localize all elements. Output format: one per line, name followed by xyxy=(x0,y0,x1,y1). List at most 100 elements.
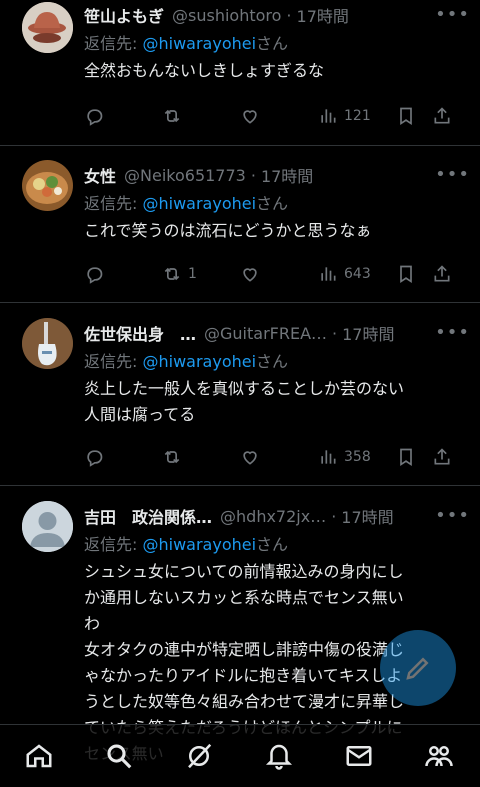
reply-prefix: 返信先: xyxy=(84,194,143,213)
heart-icon xyxy=(243,268,257,282)
more-options-icon[interactable]: ••• xyxy=(435,164,470,185)
avatar[interactable] xyxy=(22,2,73,53)
separator: · xyxy=(250,165,256,185)
bottom-nav xyxy=(0,724,480,787)
retweet-icon xyxy=(164,450,180,464)
heart-icon xyxy=(243,110,257,124)
tweet-header: 吉田 政治関係… @hdhx72jx… · 17時間 xyxy=(84,501,466,531)
display-name[interactable]: 吉田 政治関係… xyxy=(84,504,212,528)
avatar[interactable] xyxy=(22,318,73,369)
bookmark-icon xyxy=(400,265,412,284)
reply-to: 返信先: @hiwarayoheiさん xyxy=(84,30,466,58)
share-button[interactable] xyxy=(432,447,452,467)
more-options-icon[interactable]: ••• xyxy=(435,4,470,25)
heart-icon xyxy=(243,451,257,465)
user-handle[interactable]: @sushiohtoro xyxy=(172,6,281,25)
tweet-text: 全然おもんないしきしょすぎるな xyxy=(84,61,325,80)
reply-prefix: 返信先: xyxy=(84,352,143,371)
reply-button[interactable] xyxy=(84,447,110,467)
reply-icon xyxy=(87,109,103,126)
views-icon xyxy=(321,450,336,464)
tweet-text: これで笑うのは流石にどうかと思うなぁ xyxy=(84,221,372,240)
reply-suffix: さん xyxy=(256,352,289,371)
share-icon xyxy=(434,107,450,124)
reply-button[interactable] xyxy=(84,106,110,126)
bookmark-icon xyxy=(400,448,412,467)
like-button[interactable] xyxy=(240,447,260,467)
display-name[interactable]: 佐世保出身 … xyxy=(84,321,196,345)
tweet-1[interactable]: 笹山よもぎ @sushiohtoro · 17時間 返信先: @hiwarayo… xyxy=(0,0,480,146)
tweet-header: 佐世保出身 … @GuitarFREA… · 17時間 xyxy=(84,318,466,348)
bookmark-button[interactable] xyxy=(396,447,416,467)
views-button[interactable]: 358 xyxy=(318,447,371,467)
tweet-header: 女性 @Neiko651773 · 17時間 xyxy=(84,160,466,190)
reply-to: 返信先: @hiwarayoheiさん xyxy=(84,531,466,559)
retweet-count: 1 xyxy=(188,266,197,282)
views-icon xyxy=(321,109,336,123)
avatar-image xyxy=(22,160,73,211)
bookmark-icon xyxy=(400,107,412,126)
timestamp[interactable]: 17時間 xyxy=(297,3,349,27)
retweet-icon xyxy=(164,109,180,123)
tweet-2[interactable]: 女性 @Neiko651773 · 17時間 返信先: @hiwarayohei… xyxy=(0,146,480,303)
avatar-image xyxy=(22,2,73,53)
retweet-icon xyxy=(164,267,180,281)
tweet-header: 笹山よもぎ @sushiohtoro · 17時間 xyxy=(84,0,466,30)
reply-mention[interactable]: @hiwarayohei xyxy=(142,352,256,371)
reply-to: 返信先: @hiwarayoheiさん xyxy=(84,348,466,376)
retweet-button[interactable] xyxy=(162,106,188,126)
timestamp[interactable]: 17時間 xyxy=(341,504,393,528)
communities-icon[interactable] xyxy=(424,741,454,771)
compose-button[interactable] xyxy=(380,630,456,706)
reply-prefix: 返信先: xyxy=(84,535,143,554)
share-icon xyxy=(434,448,450,465)
reply-icon xyxy=(87,267,103,284)
home-icon[interactable] xyxy=(24,741,54,771)
reply-suffix: さん xyxy=(256,34,289,53)
reply-to: 返信先: @hiwarayoheiさん xyxy=(84,190,466,218)
more-options-icon[interactable]: ••• xyxy=(435,505,470,526)
messages-icon[interactable] xyxy=(344,741,374,771)
reply-icon xyxy=(87,450,103,467)
views-icon xyxy=(321,267,336,281)
share-button[interactable] xyxy=(432,264,452,284)
bookmark-button[interactable] xyxy=(396,106,416,126)
user-handle[interactable]: @hdhx72jx… xyxy=(220,507,326,526)
timestamp[interactable]: 17時間 xyxy=(342,321,394,345)
reply-button[interactable] xyxy=(84,264,110,284)
reply-mention[interactable]: @hiwarayohei xyxy=(142,34,256,53)
reply-mention[interactable]: @hiwarayohei xyxy=(142,535,256,554)
reply-suffix: さん xyxy=(256,535,289,554)
view-count: 358 xyxy=(344,449,371,465)
display-name[interactable]: 笹山よもぎ xyxy=(84,3,164,27)
views-button[interactable]: 643 xyxy=(318,264,371,284)
tweet-3[interactable]: 佐世保出身 … @GuitarFREA… · 17時間 返信先: @hiwara… xyxy=(0,303,480,486)
like-button[interactable] xyxy=(240,106,260,126)
notifications-icon[interactable] xyxy=(264,741,294,771)
user-handle[interactable]: @GuitarFREA… xyxy=(204,324,327,343)
grok-icon[interactable] xyxy=(184,741,214,771)
default-avatar-icon xyxy=(22,501,73,552)
avatar-image xyxy=(22,318,73,369)
avatar[interactable] xyxy=(22,501,73,552)
bookmark-button[interactable] xyxy=(396,264,416,284)
avatar[interactable] xyxy=(22,160,73,211)
reply-prefix: 返信先: xyxy=(84,34,143,53)
compose-icon xyxy=(406,657,429,680)
share-icon xyxy=(434,265,450,282)
separator: · xyxy=(286,5,292,25)
search-icon[interactable] xyxy=(104,741,134,771)
retweet-button[interactable]: 1 xyxy=(162,264,197,284)
tweet-text: 炎上した一般人を真似することしか芸のない 人間は腐ってる xyxy=(84,379,405,424)
user-handle[interactable]: @Neiko651773 xyxy=(124,166,246,185)
separator: · xyxy=(331,506,337,526)
separator: · xyxy=(332,323,338,343)
reply-mention[interactable]: @hiwarayohei xyxy=(142,194,256,213)
share-button[interactable] xyxy=(432,106,452,126)
retweet-button[interactable] xyxy=(162,447,188,467)
display-name[interactable]: 女性 xyxy=(84,163,116,187)
more-options-icon[interactable]: ••• xyxy=(435,322,470,343)
timestamp[interactable]: 17時間 xyxy=(261,163,313,187)
like-button[interactable] xyxy=(240,264,260,284)
views-button[interactable]: 121 xyxy=(318,106,371,126)
